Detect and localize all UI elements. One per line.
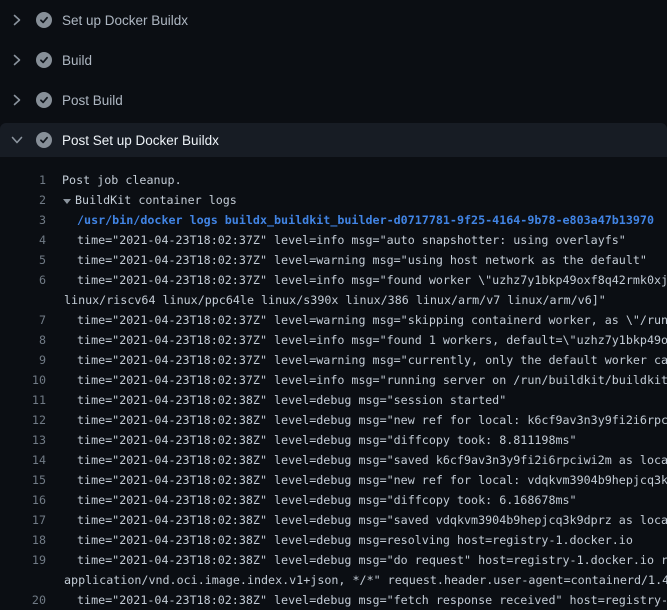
log-line-text: time="2021-04-23T18:02:38Z" level=debug … [77,550,667,570]
log-line: 13 time="2021-04-23T18:02:38Z" level=deb… [0,430,667,450]
log-line: 12 time="2021-04-23T18:02:38Z" level=deb… [0,410,667,430]
check-circle-icon [36,12,52,28]
log-line: 18 time="2021-04-23T18:02:38Z" level=deb… [0,530,667,550]
log-line-number[interactable]: 16 [0,490,46,510]
log-line: 7 time="2021-04-23T18:02:37Z" level=warn… [0,310,667,330]
log-viewer: 1 Post job cleanup. 2 BuildKit container… [0,157,667,610]
log-line-text: time="2021-04-23T18:02:38Z" level=debug … [77,410,667,430]
log-line-text: time="2021-04-23T18:02:37Z" level=info m… [77,330,667,350]
log-line: 17 time="2021-04-23T18:02:38Z" level=deb… [0,510,667,530]
log-line-number[interactable] [0,290,46,310]
log-line-text: /usr/bin/docker logs buildx_buildkit_bui… [77,210,654,230]
log-line-text: time="2021-04-23T18:02:37Z" level=info m… [77,370,667,390]
step-label: Build [62,53,92,68]
log-line-number[interactable]: 13 [0,430,46,450]
log-line-text: time="2021-04-23T18:02:38Z" level=debug … [77,510,667,530]
log-line-number[interactable]: 7 [0,310,46,330]
step-row[interactable]: Post Build [0,80,667,120]
log-line-text: time="2021-04-23T18:02:38Z" level=debug … [77,430,577,450]
log-line: 10 time="2021-04-23T18:02:37Z" level=inf… [0,370,667,390]
step-label: Post Set up Docker Buildx [62,133,219,148]
chevron-right-icon[interactable] [10,53,24,67]
log-line-number[interactable]: 9 [0,350,46,370]
step-row[interactable]: Post Set up Docker Buildx [0,123,667,157]
log-line-text: linux/riscv64 linux/ppc64le linux/s390x … [64,290,606,310]
check-circle-icon [36,52,52,68]
log-line: 1 Post job cleanup. [0,170,667,190]
log-line: 19 time="2021-04-23T18:02:38Z" level=deb… [0,550,667,570]
log-line: 3 /usr/bin/docker logs buildx_buildkit_b… [0,210,667,230]
log-line-text: time="2021-04-23T18:02:37Z" level=warnin… [77,350,667,370]
log-line-text: time="2021-04-23T18:02:38Z" level=debug … [77,470,667,490]
log-line: 20 time="2021-04-23T18:02:38Z" level=deb… [0,590,667,610]
log-line: 4 time="2021-04-23T18:02:37Z" level=info… [0,230,667,250]
log-line: 9 time="2021-04-23T18:02:37Z" level=warn… [0,350,667,370]
log-line-number[interactable]: 3 [0,210,46,230]
triangle-down-icon[interactable] [63,199,71,204]
log-line: 15 time="2021-04-23T18:02:38Z" level=deb… [0,470,667,490]
chevron-down-icon[interactable] [10,133,24,147]
log-line: 5 time="2021-04-23T18:02:37Z" level=warn… [0,250,667,270]
log-line-text: time="2021-04-23T18:02:38Z" level=debug … [77,590,667,610]
step-row[interactable]: Set up Docker Buildx [0,0,667,40]
log-line-text: time="2021-04-23T18:02:37Z" level=info m… [77,230,626,250]
log-line-text: time="2021-04-23T18:02:38Z" level=debug … [77,530,633,550]
log-line-text: time="2021-04-23T18:02:38Z" level=debug … [77,450,667,470]
step-row[interactable]: Build [0,40,667,80]
log-line-number[interactable]: 19 [0,550,46,570]
log-line: 16 time="2021-04-23T18:02:38Z" level=deb… [0,490,667,510]
log-line-number[interactable]: 8 [0,330,46,350]
chevron-right-icon[interactable] [10,93,24,107]
log-line-text: time="2021-04-23T18:02:37Z" level=warnin… [77,310,667,330]
step-label: Post Build [62,93,123,108]
log-line: 6 time="2021-04-23T18:02:37Z" level=info… [0,270,667,290]
log-line-text: BuildKit container logs [75,190,237,210]
log-line-number[interactable]: 10 [0,370,46,390]
log-line-text: application/vnd.oci.image.index.v1+json,… [64,570,667,590]
log-line-text: Post job cleanup. [62,170,182,190]
log-line-number[interactable]: 12 [0,410,46,430]
log-line-number[interactable]: 2 [0,190,46,210]
log-line-text: time="2021-04-23T18:02:38Z" level=debug … [77,490,577,510]
log-line-text: time="2021-04-23T18:02:38Z" level=debug … [77,390,506,410]
log-line: application/vnd.oci.image.index.v1+json,… [0,570,667,590]
log-line-number[interactable]: 18 [0,530,46,550]
log-line: 2 BuildKit container logs [0,190,667,210]
log-line-number[interactable] [0,570,46,590]
log-line-number[interactable]: 14 [0,450,46,470]
log-line: 8 time="2021-04-23T18:02:37Z" level=info… [0,330,667,350]
log-line: 14 time="2021-04-23T18:02:38Z" level=deb… [0,450,667,470]
check-circle-icon [36,92,52,108]
log-line-text: time="2021-04-23T18:02:37Z" level=info m… [77,270,667,290]
log-line-number[interactable]: 20 [0,590,46,610]
log-line-number[interactable]: 11 [0,390,46,410]
steps-list: Set up Docker Buildx Build Post Buil [0,0,667,157]
log-line-number[interactable]: 1 [0,170,46,190]
log-line-number[interactable]: 15 [0,470,46,490]
step-label: Set up Docker Buildx [62,13,188,28]
log-line: 11 time="2021-04-23T18:02:38Z" level=deb… [0,390,667,410]
log-line-number[interactable]: 4 [0,230,46,250]
log-line-number[interactable]: 6 [0,270,46,290]
log-line-number[interactable]: 17 [0,510,46,530]
log-line-text: time="2021-04-23T18:02:37Z" level=warnin… [77,250,647,270]
check-circle-icon [36,132,52,148]
chevron-right-icon[interactable] [10,13,24,27]
log-line: linux/riscv64 linux/ppc64le linux/s390x … [0,290,667,310]
log-line-number[interactable]: 5 [0,250,46,270]
